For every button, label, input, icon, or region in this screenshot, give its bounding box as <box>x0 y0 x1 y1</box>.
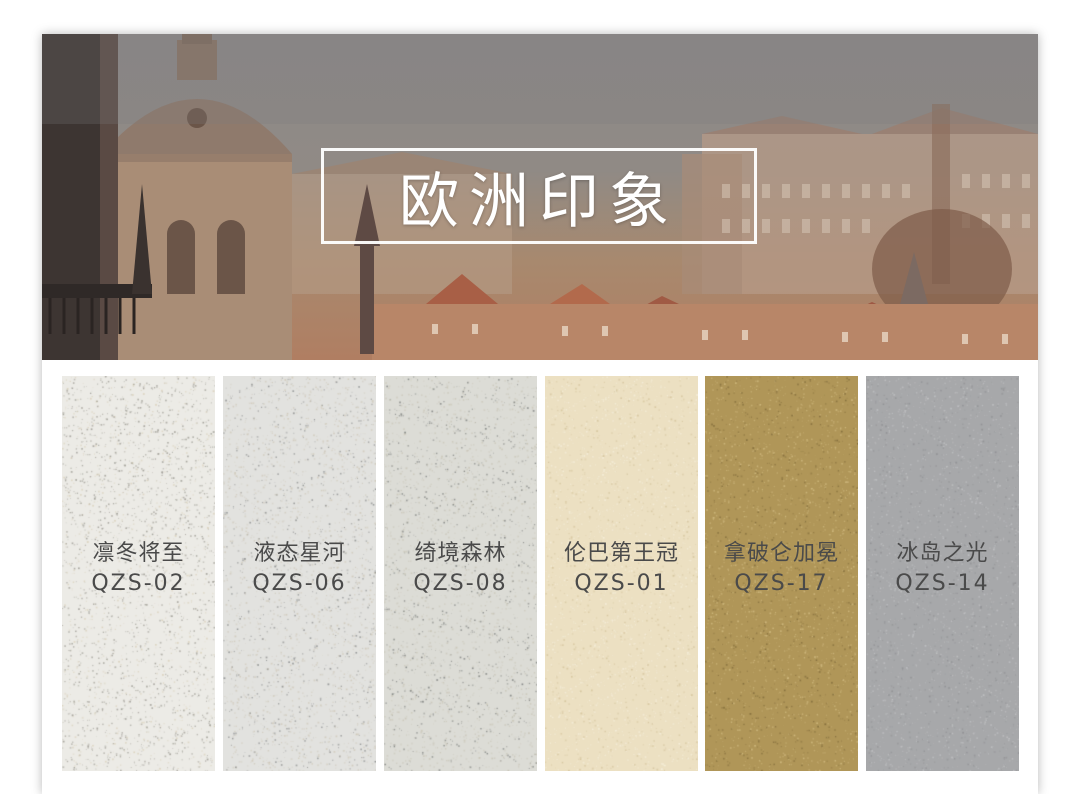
swatch-code: QZS-08 <box>413 571 508 596</box>
swatch-label: 伦巴第王冠 QZS-01 <box>545 539 698 599</box>
swatch-name: 冰岛之光 <box>896 541 989 566</box>
european-city-banner: 欧洲印象 <box>42 34 1038 360</box>
swatch-code: QZS-02 <box>91 571 186 596</box>
swatch-qzs-02[interactable]: 凛冬将至 QZS-02 <box>62 376 215 771</box>
swatch-qzs-17[interactable]: 拿破仑加冕 QZS-17 <box>705 376 858 771</box>
banner-title-frame: 欧洲印象 <box>321 148 757 244</box>
swatch-name: 凛冬将至 <box>92 541 185 566</box>
swatch-code: QZS-06 <box>252 571 347 596</box>
swatch-qzs-01[interactable]: 伦巴第王冠 QZS-01 <box>545 376 698 771</box>
banner-title: 欧洲印象 <box>399 166 679 237</box>
swatch-qzs-14[interactable]: 冰岛之光 QZS-14 <box>866 376 1019 771</box>
swatch-label: 冰岛之光 QZS-14 <box>866 539 1019 599</box>
swatch-label: 液态星河 QZS-06 <box>223 539 376 599</box>
product-card: 欧洲印象 凛冬将至 QZS-02 液态星河 QZS-06 绮境森林 QZS-08 <box>42 34 1038 794</box>
swatch-name: 绮境森林 <box>414 541 507 566</box>
swatch-label: 绮境森林 QZS-08 <box>384 539 537 599</box>
swatch-qzs-08[interactable]: 绮境森林 QZS-08 <box>384 376 537 771</box>
swatch-code: QZS-14 <box>895 571 990 596</box>
swatch-label: 凛冬将至 QZS-02 <box>62 539 215 599</box>
swatch-name: 伦巴第王冠 <box>563 541 679 566</box>
swatch-label: 拿破仑加冕 QZS-17 <box>705 539 858 599</box>
swatch-name: 拿破仑加冕 <box>723 541 839 566</box>
swatch-name: 液态星河 <box>253 541 346 566</box>
swatch-qzs-06[interactable]: 液态星河 QZS-06 <box>223 376 376 771</box>
swatch-row: 凛冬将至 QZS-02 液态星河 QZS-06 绮境森林 QZS-08 伦巴第王… <box>42 360 1038 794</box>
swatch-code: QZS-01 <box>574 571 669 596</box>
swatch-code: QZS-17 <box>734 571 829 596</box>
